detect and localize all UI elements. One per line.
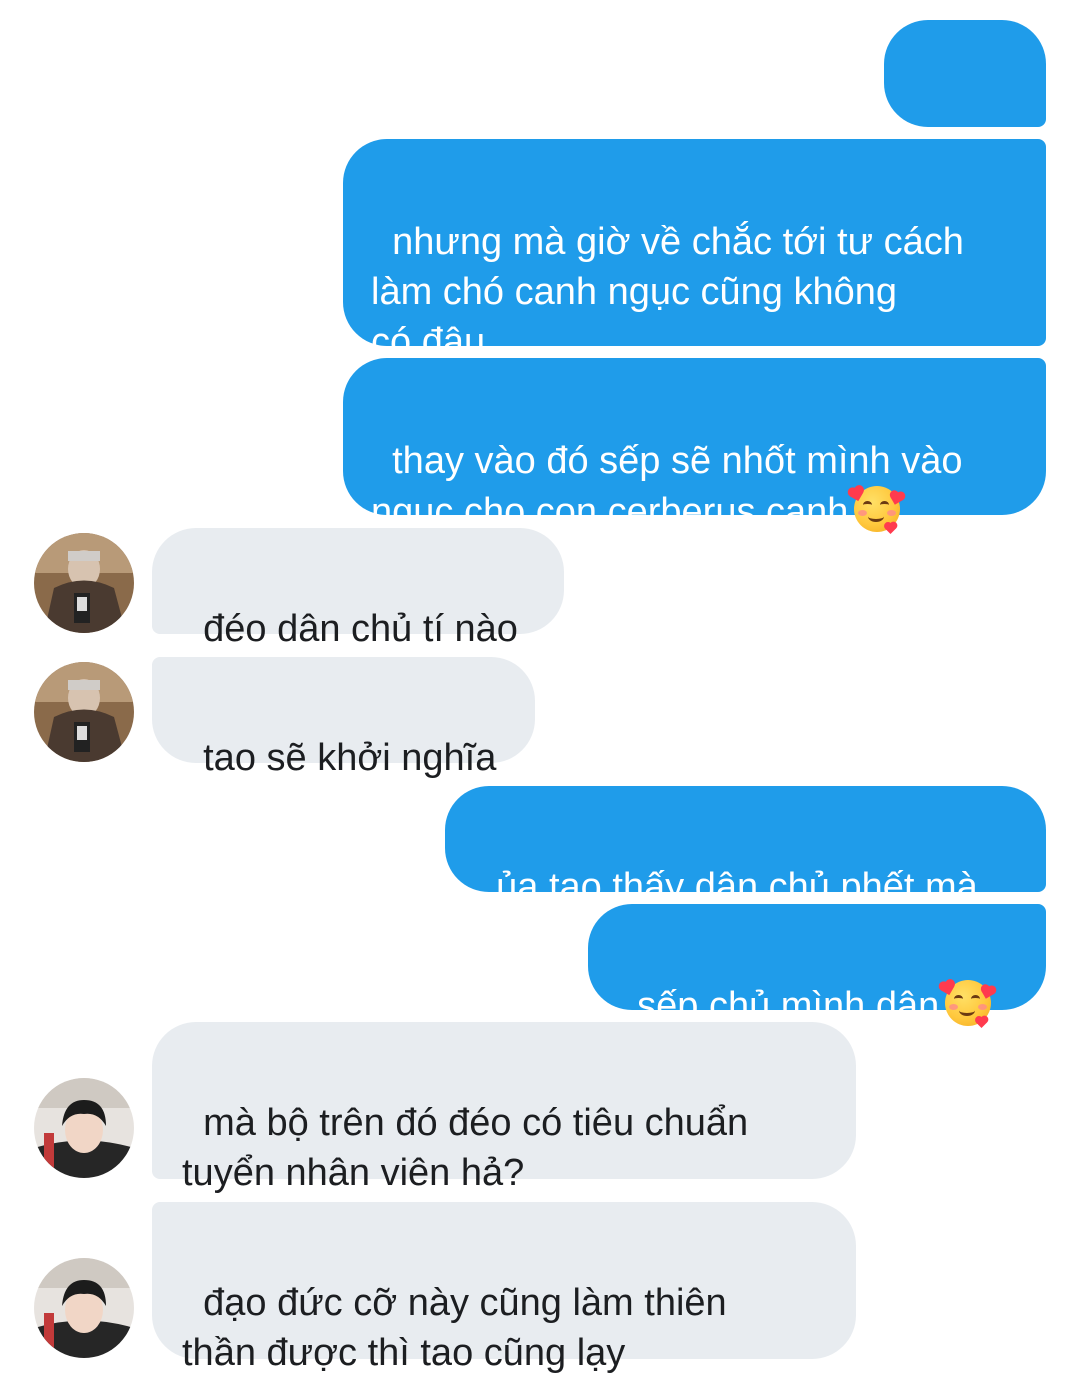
message-bubble-sent[interactable]: sếp chủ mình dân: [588, 904, 1046, 1029]
avatar-user-b[interactable]: [34, 1258, 134, 1358]
smiling-face-with-hearts-icon: [850, 486, 904, 535]
message-bubble-received[interactable]: tao sẽ khởi nghĩa: [152, 657, 535, 779]
message-bubble-received[interactable]: đéo dân chủ tí nào: [152, 528, 564, 650]
message-text: đéo dân chủ tí nào: [203, 608, 518, 650]
message-text: mà bộ trên đó đéo có tiêu chuẩn tuyển nh…: [182, 1102, 749, 1194]
avatar-user-a[interactable]: [34, 662, 134, 762]
message-text: nhưng mà giờ về chắc tới tư cách làm chó…: [371, 221, 964, 363]
avatar-user-a[interactable]: [34, 533, 134, 633]
message-bubble-sent[interactable]: ủa tao thấy dân chủ phết mà: [445, 786, 1046, 908]
message-text: ủa tao thấy dân chủ phết mà: [496, 866, 978, 908]
message-text: tao sẽ khởi nghĩa: [203, 737, 497, 779]
message-bubble-sent[interactable]: same: [884, 20, 1046, 192]
message-bubble-sent[interactable]: nhưng mà giờ về chắc tới tư cách làm chó…: [343, 139, 1046, 363]
message-text: đạo đức cỡ này cũng làm thiên thần được …: [182, 1282, 727, 1374]
avatar-photo: [34, 533, 134, 633]
avatar-photo: [34, 1078, 134, 1178]
avatar-photo: [34, 662, 134, 762]
message-bubble-received[interactable]: đạo đức cỡ này cũng làm thiên thần được …: [152, 1202, 856, 1374]
message-bubble-sent[interactable]: thay vào đó sếp sẽ nhốt mình vào ngục ch…: [343, 358, 1046, 535]
avatar-user-b[interactable]: [34, 1078, 134, 1178]
message-text: sếp chủ mình dân: [637, 985, 940, 1027]
avatar-photo: [34, 1258, 134, 1358]
message-bubble-received[interactable]: mà bộ trên đó đéo có tiêu chuẩn tuyển nh…: [152, 1022, 856, 1194]
smiling-face-with-hearts-icon: [941, 980, 994, 1029]
